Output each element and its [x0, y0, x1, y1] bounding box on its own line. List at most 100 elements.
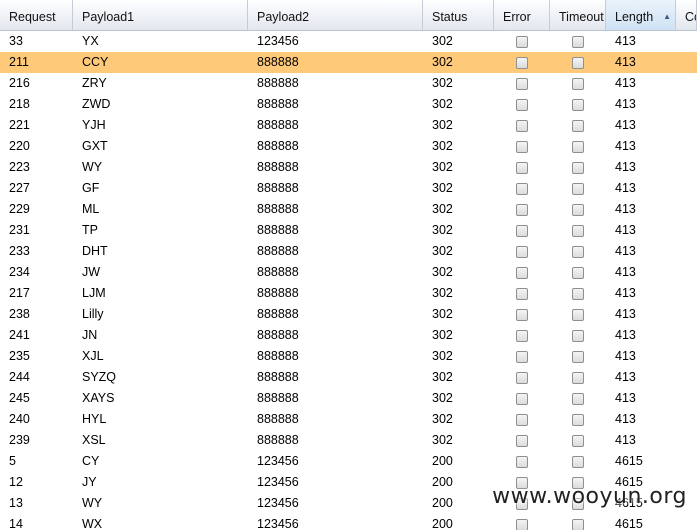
- column-header-timeout[interactable]: Timeout: [550, 0, 606, 30]
- table-row[interactable]: 235 XJL 888888 302 413: [0, 346, 697, 367]
- cell-length: 413: [615, 412, 636, 426]
- table-row[interactable]: 223 WY 888888 302 413: [0, 157, 697, 178]
- error-checkbox[interactable]: [516, 329, 528, 342]
- watermark: www.wooyun.org: [492, 484, 687, 509]
- error-checkbox[interactable]: [516, 224, 528, 237]
- timeout-checkbox[interactable]: [572, 140, 584, 153]
- timeout-checkbox[interactable]: [572, 455, 584, 468]
- table-row[interactable]: 238 Lilly 888888 302 413: [0, 304, 697, 325]
- error-checkbox[interactable]: [516, 392, 528, 405]
- error-checkbox[interactable]: [516, 182, 528, 195]
- timeout-checkbox[interactable]: [572, 77, 584, 90]
- timeout-checkbox[interactable]: [572, 203, 584, 216]
- sort-ascending-icon: ▲: [663, 12, 671, 21]
- error-checkbox[interactable]: [516, 56, 528, 69]
- table-row[interactable]: 229 ML 888888 302 413: [0, 199, 697, 220]
- cell-payload2: 888888: [257, 55, 299, 69]
- cell-error: [494, 346, 550, 367]
- cell-length: 413: [615, 139, 636, 153]
- error-checkbox[interactable]: [516, 350, 528, 363]
- column-header-payload1[interactable]: Payload1: [73, 0, 248, 30]
- table-row[interactable]: 220 GXT 888888 302 413: [0, 136, 697, 157]
- error-checkbox[interactable]: [516, 266, 528, 279]
- timeout-checkbox[interactable]: [572, 287, 584, 300]
- timeout-checkbox[interactable]: [572, 434, 584, 447]
- cell-length: 413: [615, 55, 636, 69]
- column-header-payload2[interactable]: Payload2: [248, 0, 423, 30]
- timeout-checkbox[interactable]: [572, 329, 584, 342]
- error-checkbox[interactable]: [516, 287, 528, 300]
- table-row[interactable]: 241 JN 888888 302 413: [0, 325, 697, 346]
- error-checkbox[interactable]: [516, 161, 528, 174]
- error-checkbox[interactable]: [516, 371, 528, 384]
- cell-length: 413: [615, 181, 636, 195]
- cell-request: 221: [9, 118, 30, 132]
- timeout-checkbox[interactable]: [572, 308, 584, 321]
- table-row[interactable]: 244 SYZQ 888888 302 413: [0, 367, 697, 388]
- table-row[interactable]: 217 LJM 888888 302 413: [0, 283, 697, 304]
- error-checkbox[interactable]: [516, 35, 528, 48]
- table-row[interactable]: 239 XSL 888888 302 413: [0, 430, 697, 451]
- table-row[interactable]: 216 ZRY 888888 302 413: [0, 73, 697, 94]
- cell-timeout: [550, 262, 606, 283]
- column-header-length[interactable]: Length ▲: [606, 0, 676, 30]
- timeout-checkbox[interactable]: [572, 35, 584, 48]
- column-header-error[interactable]: Error: [494, 0, 550, 30]
- error-checkbox[interactable]: [516, 98, 528, 111]
- timeout-checkbox[interactable]: [572, 413, 584, 426]
- table-row[interactable]: 211 CCY 888888 302 413: [0, 52, 697, 73]
- table-row[interactable]: 33 YX 123456 302 413: [0, 31, 697, 52]
- table-row[interactable]: 234 JW 888888 302 413: [0, 262, 697, 283]
- error-checkbox[interactable]: [516, 455, 528, 468]
- cell-status: 302: [432, 55, 453, 69]
- column-header-request[interactable]: Request: [0, 0, 73, 30]
- cell-payload2: 123456: [257, 517, 299, 530]
- error-checkbox[interactable]: [516, 434, 528, 447]
- table-body: 33 YX 123456 302 413 211 CCY 888888 302 413 216 ZRY…: [0, 31, 697, 530]
- error-checkbox[interactable]: [516, 245, 528, 258]
- cell-status: 200: [432, 517, 453, 530]
- timeout-checkbox[interactable]: [572, 98, 584, 111]
- table-row[interactable]: 227 GF 888888 302 413: [0, 178, 697, 199]
- cell-payload2: 888888: [257, 433, 299, 447]
- error-checkbox[interactable]: [516, 308, 528, 321]
- timeout-checkbox[interactable]: [572, 182, 584, 195]
- cell-payload2: 888888: [257, 139, 299, 153]
- timeout-checkbox[interactable]: [572, 350, 584, 363]
- error-checkbox[interactable]: [516, 518, 528, 530]
- timeout-checkbox[interactable]: [572, 392, 584, 405]
- table-row[interactable]: 245 XAYS 888888 302 413: [0, 388, 697, 409]
- table-row[interactable]: 5 CY 123456 200 4615: [0, 451, 697, 472]
- table-row[interactable]: 240 HYL 888888 302 413: [0, 409, 697, 430]
- table-row[interactable]: 233 DHT 888888 302 413: [0, 241, 697, 262]
- cell-error: [494, 220, 550, 241]
- cell-request: 217: [9, 286, 30, 300]
- cell-status: 302: [432, 370, 453, 384]
- timeout-checkbox[interactable]: [572, 245, 584, 258]
- table-row[interactable]: 218 ZWD 888888 302 413: [0, 94, 697, 115]
- table-row[interactable]: 14 WX 123456 200 4615: [0, 514, 697, 530]
- timeout-checkbox[interactable]: [572, 371, 584, 384]
- timeout-checkbox[interactable]: [572, 224, 584, 237]
- column-header-comment[interactable]: Co: [676, 0, 697, 30]
- timeout-checkbox[interactable]: [572, 161, 584, 174]
- error-checkbox[interactable]: [516, 413, 528, 426]
- error-checkbox[interactable]: [516, 140, 528, 153]
- column-header-status[interactable]: Status: [423, 0, 494, 30]
- timeout-checkbox[interactable]: [572, 56, 584, 69]
- cell-comment: [676, 178, 697, 199]
- cell-length: 413: [615, 370, 636, 384]
- timeout-checkbox[interactable]: [572, 518, 584, 530]
- error-checkbox[interactable]: [516, 203, 528, 216]
- cell-timeout: [550, 73, 606, 94]
- cell-request: 13: [9, 496, 23, 510]
- timeout-checkbox[interactable]: [572, 266, 584, 279]
- error-checkbox[interactable]: [516, 119, 528, 132]
- error-checkbox[interactable]: [516, 77, 528, 90]
- cell-status: 302: [432, 139, 453, 153]
- table-row[interactable]: 221 YJH 888888 302 413: [0, 115, 697, 136]
- table-row[interactable]: 231 TP 888888 302 413: [0, 220, 697, 241]
- cell-error: [494, 451, 550, 472]
- cell-length: 413: [615, 244, 636, 258]
- timeout-checkbox[interactable]: [572, 119, 584, 132]
